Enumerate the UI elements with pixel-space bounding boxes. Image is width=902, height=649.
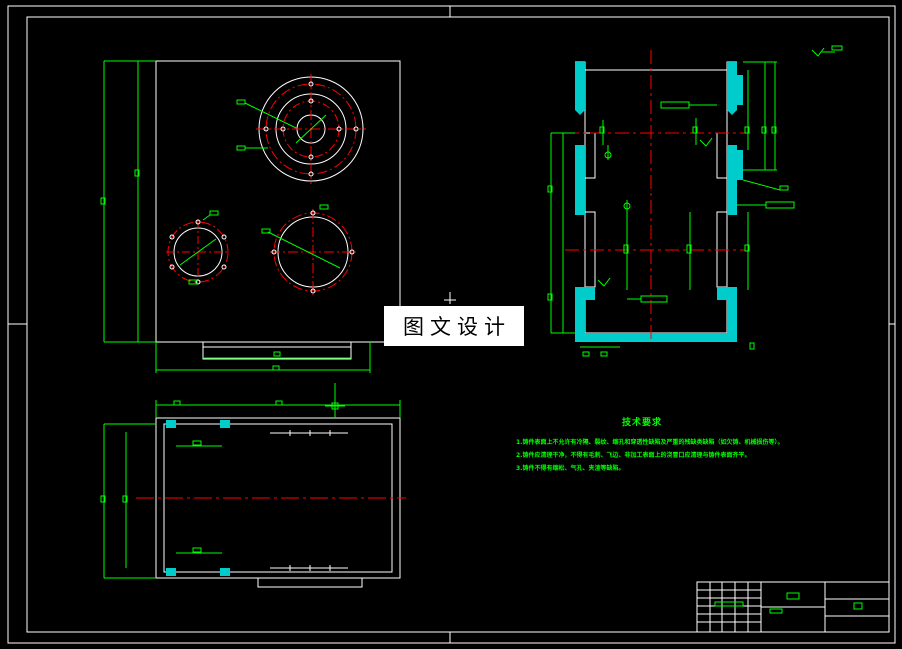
section-view xyxy=(547,45,843,357)
technical-note-1: 1.铸件表面上不允许有冷隔、裂纹、缩孔和穿透性缺陷及严重的残缺类缺陷（如欠铸、机… xyxy=(516,439,784,446)
medium-bore-circle xyxy=(261,204,356,295)
title-block xyxy=(696,581,890,633)
technical-note-3: 3.铸件不得有缩松、气孔、夹渣等缺陷。 xyxy=(516,465,625,472)
small-bore-circle xyxy=(166,210,230,285)
technical-requirements-title: 技术要求 xyxy=(622,418,663,428)
large-bore-circle xyxy=(236,74,366,184)
front-view xyxy=(100,60,401,373)
technical-note-2: 2.铸件应清理干净，不得有毛刺、飞边、非加工表面上的浇冒口应清理与铸件表面齐平。 xyxy=(516,452,751,459)
top-view xyxy=(100,383,406,588)
cursor-icon xyxy=(444,292,456,304)
watermark: 图文设计 xyxy=(384,306,524,346)
